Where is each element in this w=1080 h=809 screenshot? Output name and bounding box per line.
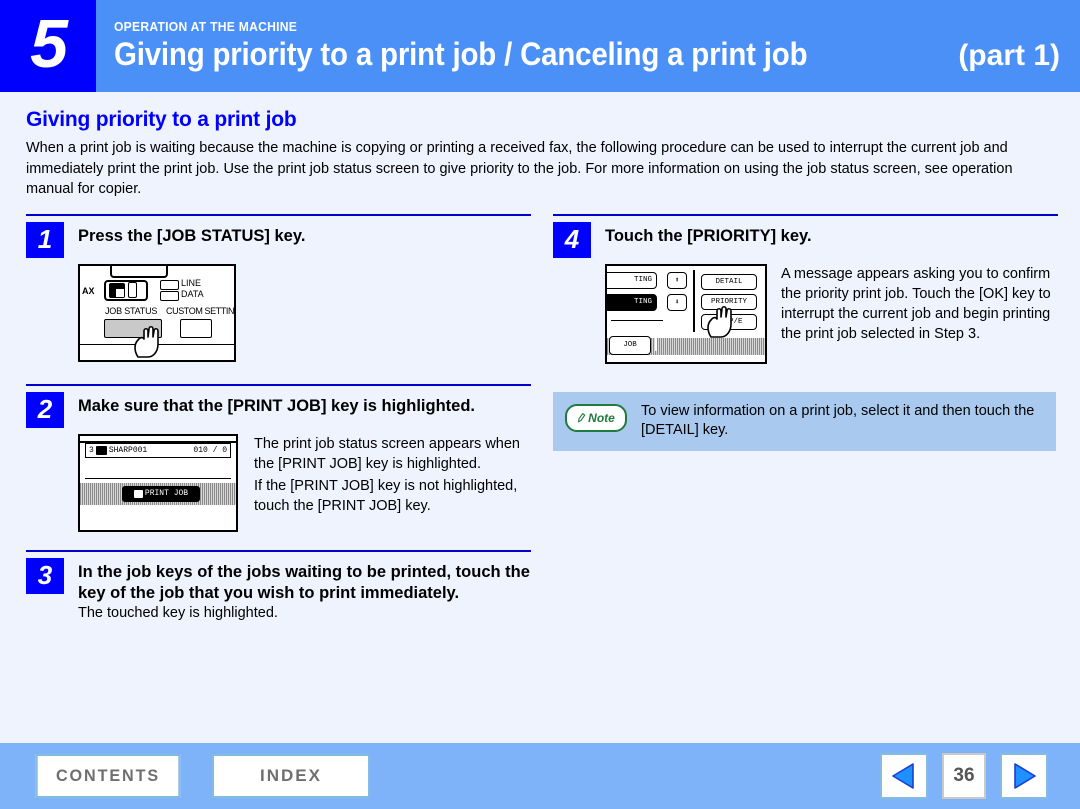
scroll-up-arrow-icon: ⬆	[667, 271, 687, 289]
lcd-priority-illustration: TING TING ⬆ ⬇ DETAIL PRIORITY STOP/E JOB	[605, 263, 767, 364]
print-job-tab-key: PRINT JOB	[122, 485, 200, 502]
data-lamp-label: DATA	[181, 288, 204, 299]
lcd-job-row-left: 3 SHARP001	[89, 445, 148, 455]
step-4-paragraph-1: A message appears asking you to confirm …	[781, 265, 1051, 342]
step-4: 4 Touch the [PRIORITY] key. TING TING ⬆ …	[553, 213, 1058, 364]
fax-label: AX	[82, 285, 95, 296]
next-page-button[interactable]	[1000, 753, 1048, 799]
section-title: Giving priority to a print job	[26, 108, 297, 131]
step-4-body: TING TING ⬆ ⬇ DETAIL PRIORITY STOP/E JOB	[553, 263, 1058, 364]
detail-key: DETAIL	[701, 273, 757, 290]
data-lamp-icon	[160, 290, 179, 301]
note-paragraph: To view information on a print job, sele…	[641, 402, 1035, 439]
step-2-text: The print job status screen appears when…	[254, 434, 531, 518]
fax-key	[104, 279, 148, 301]
line-lamp-label: LINE	[181, 277, 202, 288]
stop-erase-key: STOP/E	[701, 313, 757, 330]
header-title-row: Giving priority to a print job / Canceli…	[114, 36, 1068, 73]
left-column: 1 Press the [JOB STATUS] key. AX LINE DA…	[26, 213, 531, 630]
lcd-row-name: SHARP001	[108, 445, 148, 455]
step-3-heading: 3 In the job keys of the jobs waiting to…	[26, 557, 531, 604]
step-1-number: 1	[26, 221, 64, 258]
lcd-job-list-divider	[611, 319, 663, 322]
lcd-job-key-a: TING	[607, 271, 657, 289]
step-2-heading: 2 Make sure that the [PRINT JOB] key is …	[26, 391, 531, 428]
print-job-icon	[133, 489, 143, 498]
triangle-right-icon	[1014, 763, 1036, 789]
note-box: Note To view information on a print job,…	[553, 391, 1056, 452]
header-text-group: OPERATION AT THE MACHINE Giving priority…	[96, 0, 1080, 92]
note-badge: Note	[565, 403, 627, 432]
line-lamp-icon	[160, 279, 179, 290]
step-1-body: AX LINE DATA JOB STATUS CUSTOM SETTING	[26, 263, 531, 362]
page-body: Giving priority to a print job When a pr…	[0, 92, 1080, 743]
step-2-paragraph-1: The print job status screen appears when…	[254, 435, 520, 472]
step-2-paragraph-2: If the [PRINT JOB] key is not highlighte…	[254, 477, 518, 514]
triangle-left-icon	[892, 763, 914, 789]
operation-panel-illustration: AX LINE DATA JOB STATUS CUSTOM SETTING	[78, 263, 236, 362]
step-4-number: 4	[553, 221, 591, 258]
lcd-row-index: 3	[89, 445, 94, 455]
step-3: 3 In the job keys of the jobs waiting to…	[26, 549, 531, 622]
step-4-heading: 4 Touch the [PRIORITY] key.	[553, 221, 1058, 258]
step-divider	[26, 213, 531, 216]
step-4-title: Touch the [PRIORITY] key.	[605, 226, 812, 245]
note-badge-label: Note	[588, 410, 615, 425]
step-2: 2 Make sure that the [PRINT JOB] key is …	[26, 383, 531, 532]
step-divider	[553, 213, 1058, 216]
header-kicker: OPERATION AT THE MACHINE	[114, 19, 298, 34]
step-1-heading: 1 Press the [JOB STATUS] key.	[26, 221, 531, 258]
custom-setting-label: CUSTOM SETTING	[166, 305, 236, 316]
index-button[interactable]: INDEX	[212, 754, 370, 798]
chapter-number-block: 5	[0, 0, 96, 92]
page-footer: CONTENTS INDEX 36	[0, 743, 1080, 809]
lcd-job-status-illustration: 3 SHARP001 010 / 0 PRINT JOB	[78, 433, 238, 532]
step-1: 1 Press the [JOB STATUS] key. AX LINE DA…	[26, 213, 531, 362]
step-3-number: 3	[26, 557, 64, 594]
lcd-separator	[85, 477, 231, 480]
right-column: 4 Touch the [PRIORITY] key. TING TING ⬆ …	[553, 213, 1058, 630]
lcd-row-count: 010 / 0	[193, 445, 227, 455]
panel-top-key	[110, 265, 168, 278]
pencil-icon	[578, 413, 586, 423]
previous-page-button[interactable]	[880, 753, 928, 799]
contents-button[interactable]: CONTENTS	[35, 754, 181, 798]
step-2-title: Make sure that the [PRINT JOB] key is hi…	[78, 396, 475, 415]
step-2-number: 2	[26, 391, 64, 428]
two-column-layout: 1 Press the [JOB STATUS] key. AX LINE DA…	[26, 213, 1058, 630]
job-status-key	[104, 318, 162, 338]
step-2-body: 3 SHARP001 010 / 0 PRINT JOB The print j…	[26, 433, 531, 532]
lcd-top-bar	[80, 435, 236, 443]
step-3-text: The touched key is highlighted.	[78, 605, 278, 622]
print-job-tab-label: PRINT JOB	[144, 489, 189, 499]
job-status-label: JOB STATUS	[105, 305, 158, 316]
step-3-title: In the job keys of the jobs waiting to b…	[78, 562, 530, 602]
step-1-title: Press the [JOB STATUS] key.	[78, 226, 306, 245]
page-title: Giving priority to a print job / Canceli…	[114, 36, 808, 72]
fax-icon	[109, 282, 125, 298]
fax-led-icon	[128, 282, 137, 299]
intro-paragraph: When a print job is waiting because the …	[26, 140, 1013, 198]
page-header: 5 OPERATION AT THE MACHINE Giving priori…	[0, 0, 1080, 92]
job-tab-key: JOB	[609, 335, 651, 355]
step-4-text: A message appears asking you to confirm …	[781, 264, 1058, 346]
printer-icon	[95, 445, 107, 455]
step-divider	[26, 549, 531, 552]
lcd-caret	[655, 337, 657, 351]
lcd-job-key-b-selected: TING	[607, 293, 657, 311]
custom-setting-key	[180, 318, 212, 338]
part-label: (part 1)	[958, 39, 1060, 72]
lcd-vertical-divider	[693, 269, 695, 332]
priority-key: PRIORITY	[701, 293, 757, 310]
step-divider	[26, 383, 531, 386]
scroll-down-arrow-icon: ⬇	[667, 293, 687, 311]
panel-baseline	[80, 343, 234, 346]
page-number-box: 36	[942, 753, 986, 799]
lcd-job-row: 3 SHARP001 010 / 0	[85, 442, 231, 458]
note-text: To view information on a print job, sele…	[641, 402, 1044, 441]
